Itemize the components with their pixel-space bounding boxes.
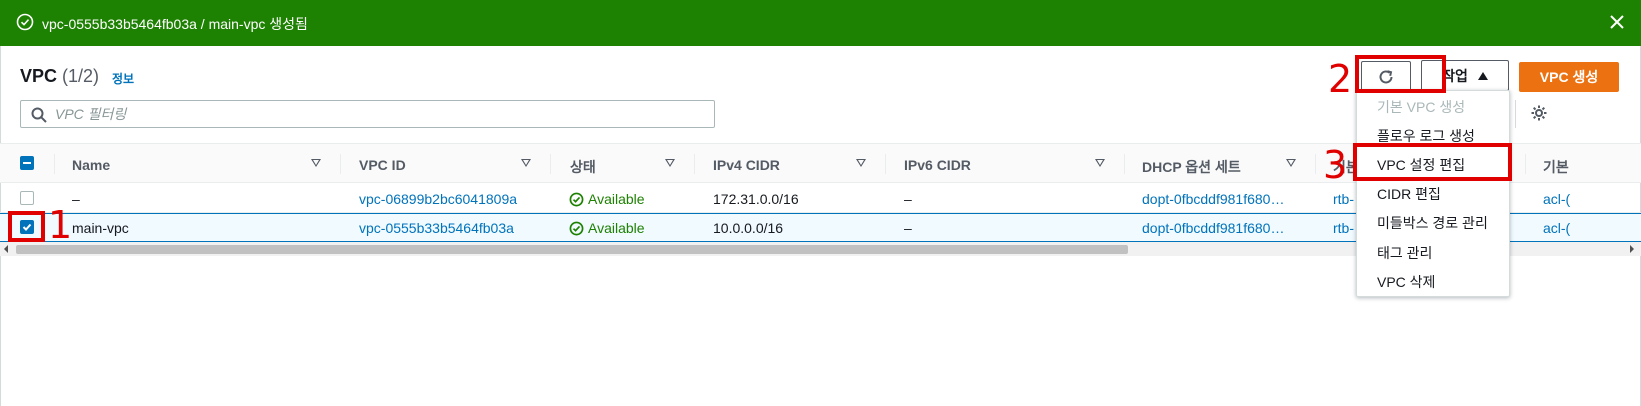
cell-ipv4: 10.0.0.0/16 — [713, 220, 784, 236]
check-circle-icon — [16, 13, 34, 31]
cell-ipv4: 172.31.0.0/16 — [713, 191, 799, 207]
menu-item-create-flow-log[interactable]: 플로우 로그 생성 — [1357, 120, 1509, 149]
refresh-button[interactable] — [1361, 61, 1411, 92]
column-divider — [1525, 154, 1526, 174]
status-text: Available — [588, 191, 645, 207]
cell-dhcp[interactable]: dopt-0fbcddf981f680… — [1142, 191, 1284, 207]
cell-ipv6: – — [904, 191, 912, 207]
column-header-dhcp[interactable]: DHCP 옵션 세트 — [1142, 157, 1241, 177]
search-icon — [31, 107, 47, 123]
menu-item-manage-middlebox-routes[interactable]: 미들박스 경로 관리 — [1357, 207, 1509, 236]
annotation-number-2: 2 — [1328, 57, 1353, 101]
scroll-right-icon[interactable] — [1630, 245, 1634, 253]
select-all-checkbox[interactable] — [20, 156, 34, 170]
cell-status: Available — [569, 220, 645, 236]
cell-vpc-id[interactable]: vpc-06899b2bc6041809a — [359, 191, 517, 207]
menu-item-manage-tags[interactable]: 태그 관리 — [1357, 237, 1509, 266]
status-text: Available — [588, 220, 645, 236]
page-title: VPC (1/2) — [20, 66, 99, 87]
menu-item-create-default-vpc: 기본 VPC 생성 — [1377, 99, 1466, 115]
sort-icon[interactable] — [1286, 159, 1296, 167]
success-flash-banner: vpc-0555b33b5464fb03a / main-vpc 생성됨 — [0, 0, 1641, 46]
menu-item-delete-vpc[interactable]: VPC 삭제 — [1357, 266, 1509, 295]
scrollbar-thumb[interactable] — [16, 245, 1128, 254]
vpc-filter — [20, 100, 715, 128]
sort-icon[interactable] — [1095, 159, 1105, 167]
cell-route-table[interactable]: rtb- — [1333, 191, 1354, 207]
info-link[interactable]: 정보 — [112, 70, 134, 87]
checkmark-icon — [22, 223, 32, 231]
cell-route-table[interactable]: rtb- — [1333, 220, 1354, 236]
selection-count: (1/2) — [62, 66, 100, 86]
gear-icon[interactable] — [1530, 104, 1548, 122]
search-input[interactable] — [55, 104, 695, 124]
sort-icon[interactable] — [665, 159, 675, 167]
annotation-number-1: 1 — [48, 203, 73, 247]
row-checkbox[interactable] — [20, 191, 34, 205]
cell-vpc-id[interactable]: vpc-0555b33b5464fb03a — [359, 220, 514, 236]
column-header-main-acl[interactable]: 기본 — [1543, 157, 1569, 177]
column-divider — [1315, 154, 1316, 174]
cell-name: main-vpc — [72, 220, 129, 236]
cell-acl[interactable]: acl-( — [1543, 191, 1570, 207]
menu-item-edit-vpc-settings[interactable]: VPC 설정 편집 — [1357, 149, 1509, 178]
caret-up-icon — [1477, 71, 1488, 80]
create-vpc-button[interactable]: VPC 생성 — [1519, 62, 1619, 92]
cell-acl[interactable]: acl-( — [1543, 220, 1570, 236]
column-header-vpc-id[interactable]: VPC ID — [359, 157, 406, 173]
cell-dhcp[interactable]: dopt-0fbcddf981f680… — [1142, 220, 1284, 236]
status-available-icon — [569, 192, 584, 206]
cell-status: Available — [569, 191, 645, 207]
page-title-text: VPC — [20, 66, 58, 86]
column-divider — [885, 154, 886, 174]
toolbar-divider — [1515, 100, 1516, 128]
column-header-ipv6[interactable]: IPv6 CIDR — [904, 157, 971, 173]
cell-ipv6: – — [904, 220, 912, 236]
annotation-number-3: 3 — [1323, 143, 1348, 187]
scroll-left-icon[interactable] — [4, 245, 8, 253]
cell-name: – — [72, 191, 80, 207]
refresh-icon — [1379, 69, 1393, 83]
sort-icon[interactable] — [856, 159, 866, 167]
column-divider — [1124, 154, 1125, 174]
sort-icon[interactable] — [521, 159, 531, 167]
actions-menu: 기본 VPC 생성 플로우 로그 생성 VPC 설정 편집 CIDR 편집 미들… — [1356, 90, 1510, 297]
row-checkbox[interactable] — [20, 220, 34, 234]
actions-dropdown-button[interactable]: 작업 — [1421, 60, 1509, 91]
column-header-name[interactable]: Name — [72, 157, 110, 173]
column-divider — [694, 154, 695, 174]
column-divider — [54, 154, 55, 174]
menu-item-edit-cidr[interactable]: CIDR 편집 — [1357, 178, 1509, 207]
column-divider — [340, 154, 341, 174]
column-header-ipv4[interactable]: IPv4 CIDR — [713, 157, 780, 173]
column-divider — [550, 154, 551, 174]
column-header-status[interactable]: 상태 — [570, 157, 596, 177]
close-icon[interactable] — [1608, 13, 1626, 31]
sort-icon[interactable] — [311, 159, 321, 167]
flash-message: vpc-0555b33b5464fb03a / main-vpc 생성됨 — [42, 16, 308, 32]
actions-label: 작업 — [1442, 67, 1468, 84]
status-available-icon — [569, 221, 584, 235]
